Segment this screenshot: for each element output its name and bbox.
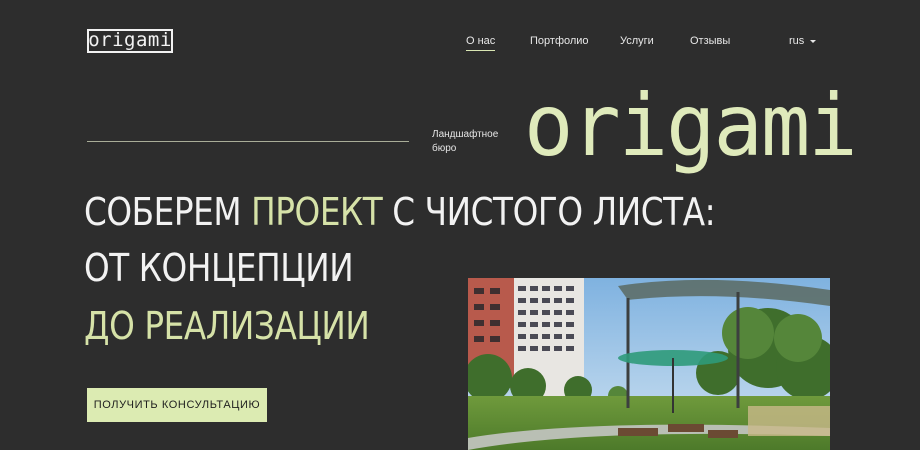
headline-line2: ОТ КОНЦЕПЦИИ bbox=[84, 246, 354, 290]
headline-accent: ПРОЕКТ bbox=[251, 190, 383, 234]
headline-part1: СОБЕРЕМ bbox=[84, 190, 252, 234]
hero-photo bbox=[468, 278, 830, 450]
tagline-line1: Ландшафтное bbox=[432, 129, 499, 140]
tagline-line2: бюро bbox=[432, 143, 457, 154]
nav-item-portfolio[interactable]: Портфолио bbox=[530, 35, 589, 47]
main-nav: О нас Портфолио Услуги Отзывы bbox=[0, 35, 920, 51]
language-selector[interactable]: rus bbox=[789, 35, 817, 47]
headline-line1: СОБЕРЕМ ПРОЕКТ С ЧИСТОГО ЛИСТА: bbox=[84, 190, 716, 234]
headline-part2: С ЧИСТОГО ЛИСТА: bbox=[382, 190, 716, 234]
headline-line3: ДО РЕАЛИЗАЦИИ bbox=[84, 304, 370, 348]
nav-item-services[interactable]: Услуги bbox=[620, 35, 654, 47]
divider-line bbox=[87, 141, 409, 142]
language-label: rus bbox=[789, 35, 805, 47]
brand-wordmark: origami bbox=[524, 77, 858, 176]
tagline: Ландшафтное бюро bbox=[432, 128, 512, 156]
nav-item-about[interactable]: О нас bbox=[466, 35, 496, 51]
nav-item-reviews[interactable]: Отзывы bbox=[690, 35, 730, 47]
chevron-down-icon bbox=[810, 39, 817, 43]
consultation-button[interactable]: ПОЛУЧИТЬ КОНСУЛЬТАЦИЮ bbox=[87, 388, 267, 422]
